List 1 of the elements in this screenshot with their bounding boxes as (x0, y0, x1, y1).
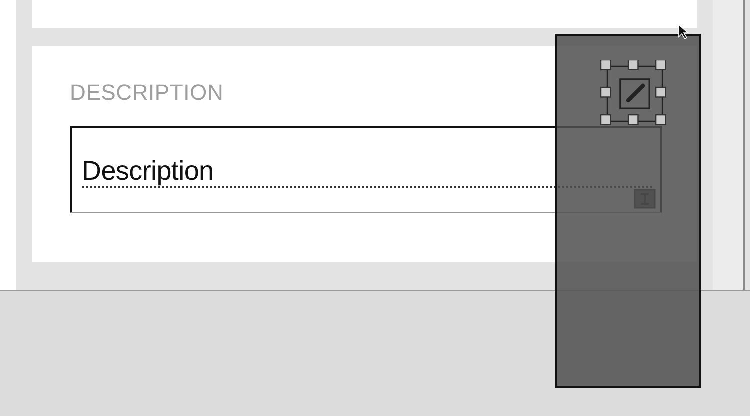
field-label: DESCRIPTION (70, 80, 225, 106)
